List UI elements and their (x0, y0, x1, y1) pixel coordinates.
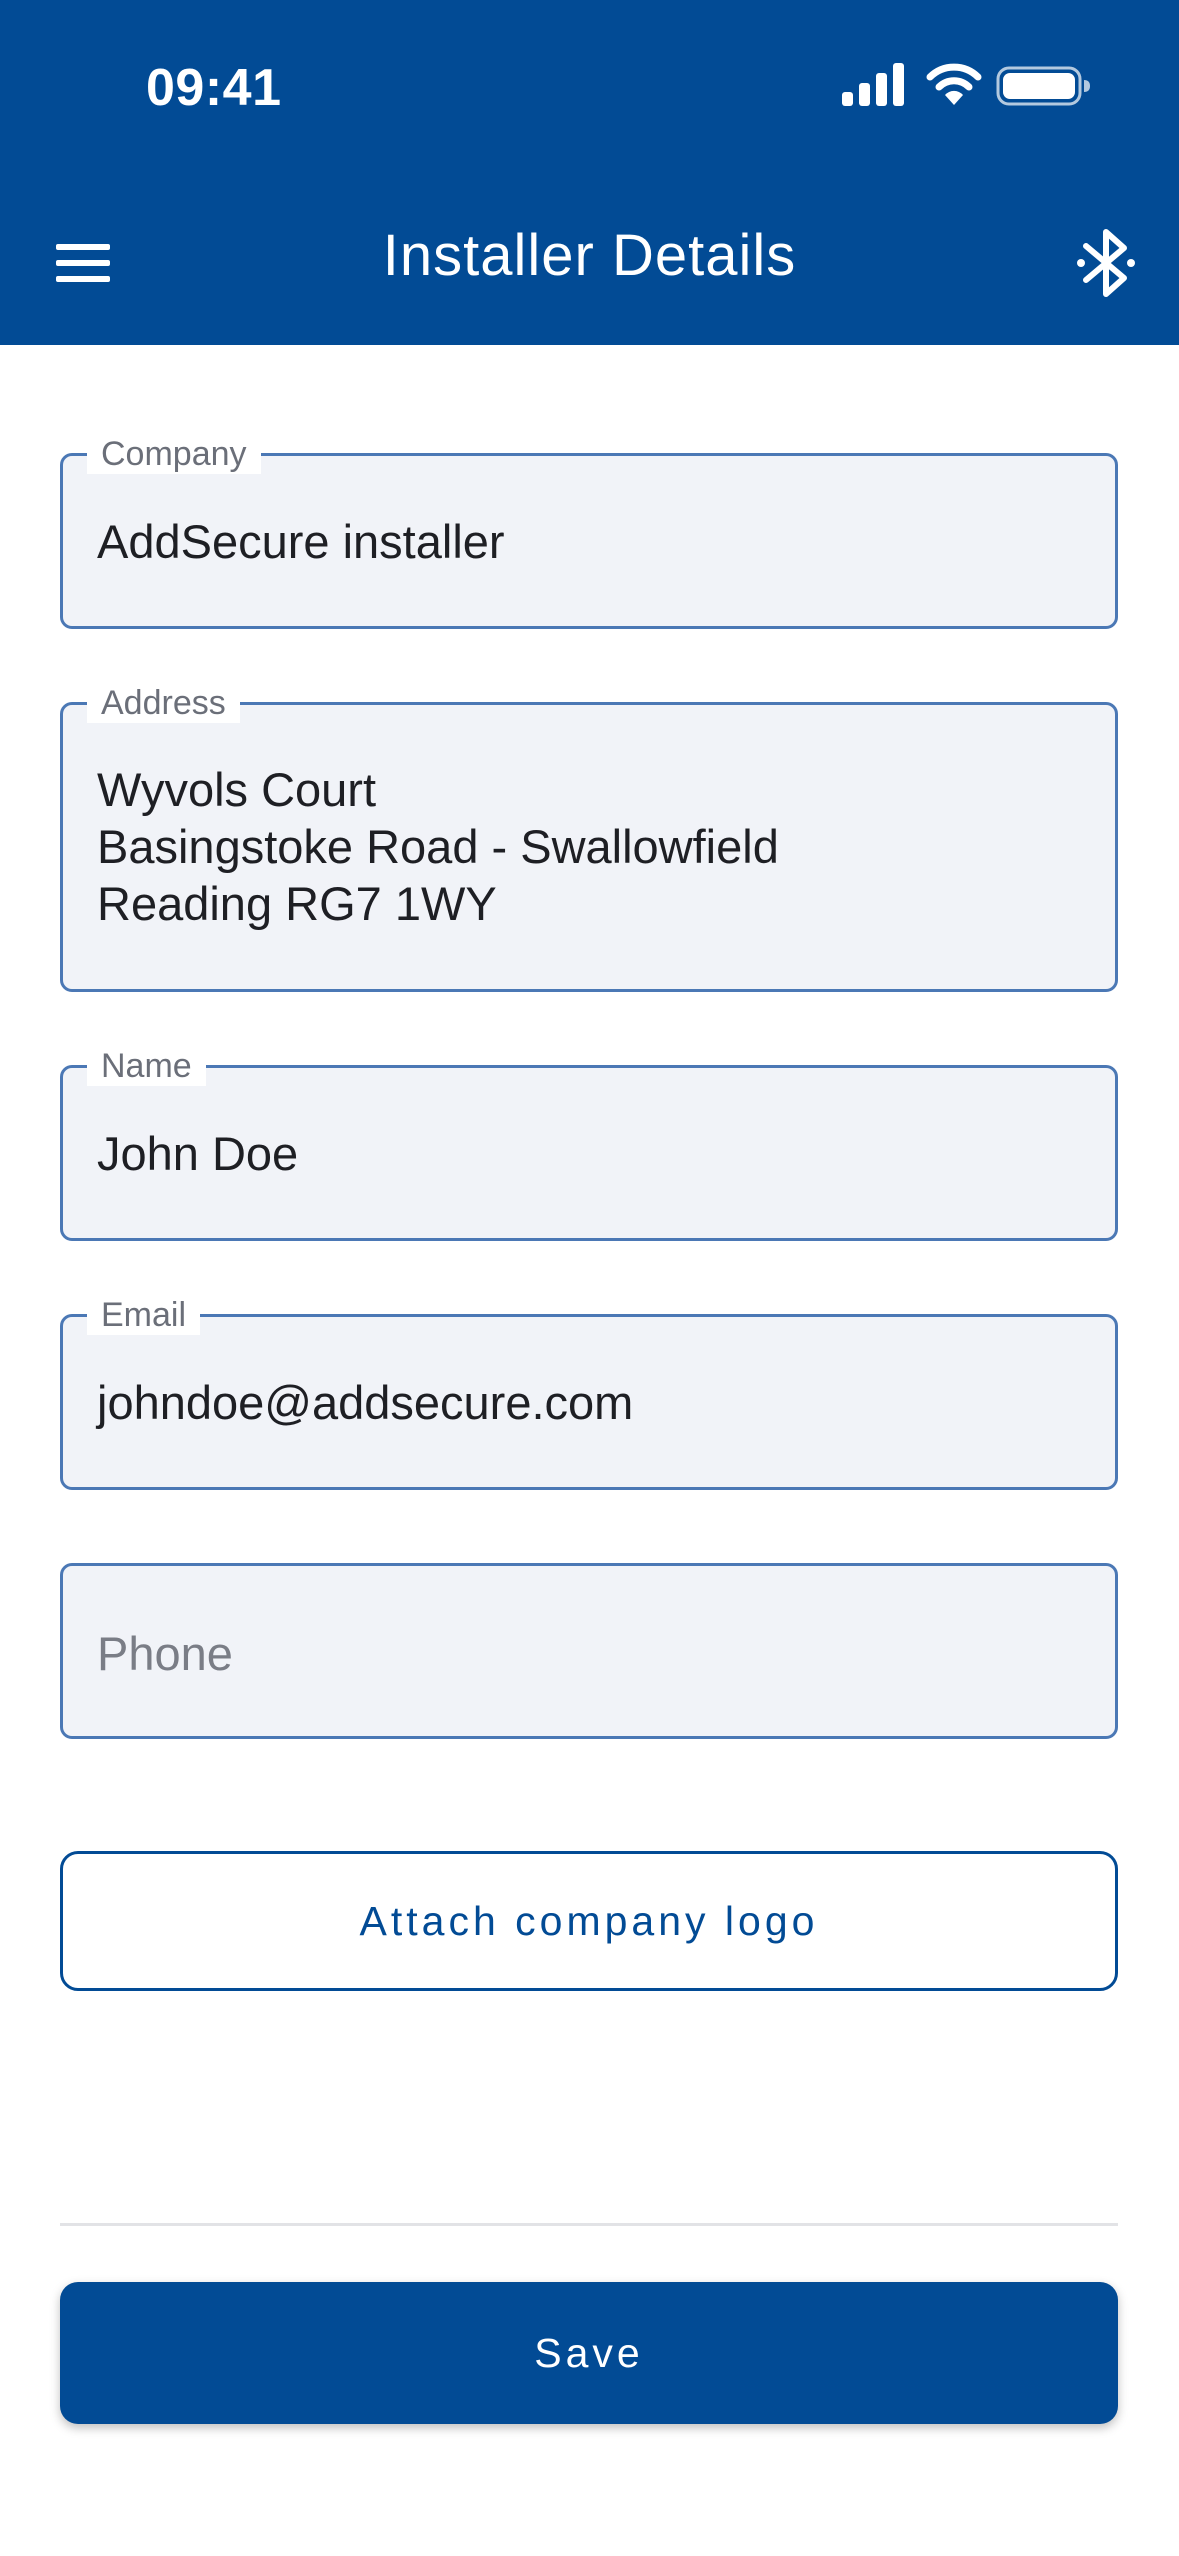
save-button[interactable]: Save (60, 2282, 1118, 2424)
name-value[interactable]: John Doe (97, 1125, 1085, 1182)
phone-field[interactable]: Phone (60, 1563, 1118, 1739)
company-label: Company (87, 434, 261, 474)
name-label: Name (87, 1046, 206, 1086)
page-title: Installer Details (382, 223, 797, 288)
attach-company-logo-label: Attach company logo (359, 1898, 819, 1944)
attach-company-logo-button[interactable]: Attach company logo (60, 1851, 1118, 1991)
email-label: Email (87, 1295, 201, 1335)
battery-icon (996, 66, 1090, 106)
email-value[interactable]: johndoe@addsecure.com (97, 1374, 1085, 1431)
save-label: Save (534, 2330, 644, 2376)
divider (60, 2223, 1118, 2226)
company-value[interactable]: AddSecure installer (97, 513, 1085, 570)
bluetooth-icon[interactable] (1076, 226, 1136, 300)
top-app-bar: 09:41 Installer Details (0, 0, 1179, 345)
phone-placeholder[interactable]: Phone (97, 1625, 1085, 1682)
email-field[interactable]: Email johndoe@addsecure.com (60, 1295, 1118, 1490)
wifi-icon (926, 63, 982, 105)
cellular-signal-icon (842, 63, 904, 106)
address-label: Address (87, 683, 240, 723)
name-field[interactable]: Name John Doe (60, 1046, 1118, 1241)
status-time: 09:41 (146, 59, 282, 117)
company-field[interactable]: Company AddSecure installer (60, 434, 1118, 629)
address-value[interactable]: Wyvols Court Basingstoke Road - Swallowf… (97, 761, 1085, 932)
address-field[interactable]: Address Wyvols Court Basingstoke Road - … (60, 683, 1118, 992)
